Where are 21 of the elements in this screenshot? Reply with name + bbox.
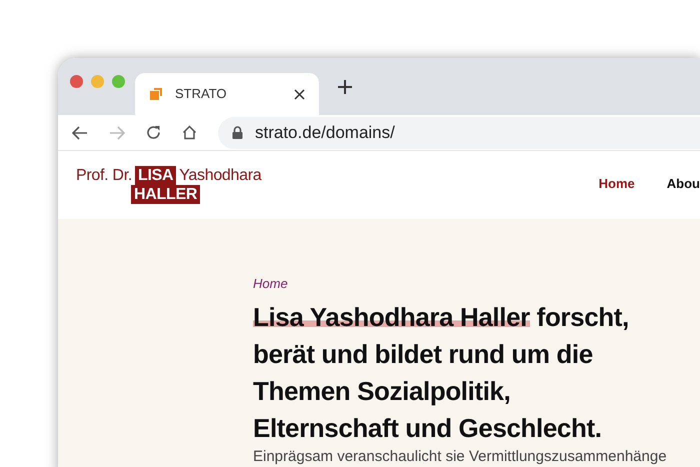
site-icon — [149, 87, 163, 101]
tab-title: STRATO — [175, 85, 228, 104]
back-icon[interactable] — [72, 126, 88, 140]
new-tab-icon[interactable] — [337, 78, 353, 94]
address-bar[interactable]: strato.de/domains/ — [218, 116, 700, 148]
breadcrumb-link[interactable]: Home — [253, 275, 700, 293]
logo-name-box: LISA — [134, 166, 176, 185]
logo-text: Prof. Dr. — [76, 166, 132, 185]
lock-icon — [232, 126, 243, 139]
logo-name-box: HALLER — [131, 185, 200, 204]
url-text: strato.de/domains/ — [255, 122, 395, 144]
browser-tab[interactable]: STRATO — [135, 73, 319, 115]
close-icon[interactable] — [294, 88, 305, 100]
reload-icon[interactable] — [146, 125, 161, 140]
close-window-button[interactable] — [70, 75, 83, 88]
hero-headline: Lisa Yashodhara Haller forscht, berät und bildet rund um die Themen Sozialpolitik, Elternschaft und Geschlecht. — [253, 301, 630, 445]
intro-text: Einprägsam veranschaulicht sie Vermittlungszusammenhänge — [253, 448, 668, 466]
home-icon[interactable] — [182, 125, 197, 140]
nav-link[interactable]: Home — [598, 174, 635, 194]
logo-text: Yashodhara — [179, 166, 262, 185]
nav-link[interactable]: Abou — [666, 174, 700, 194]
